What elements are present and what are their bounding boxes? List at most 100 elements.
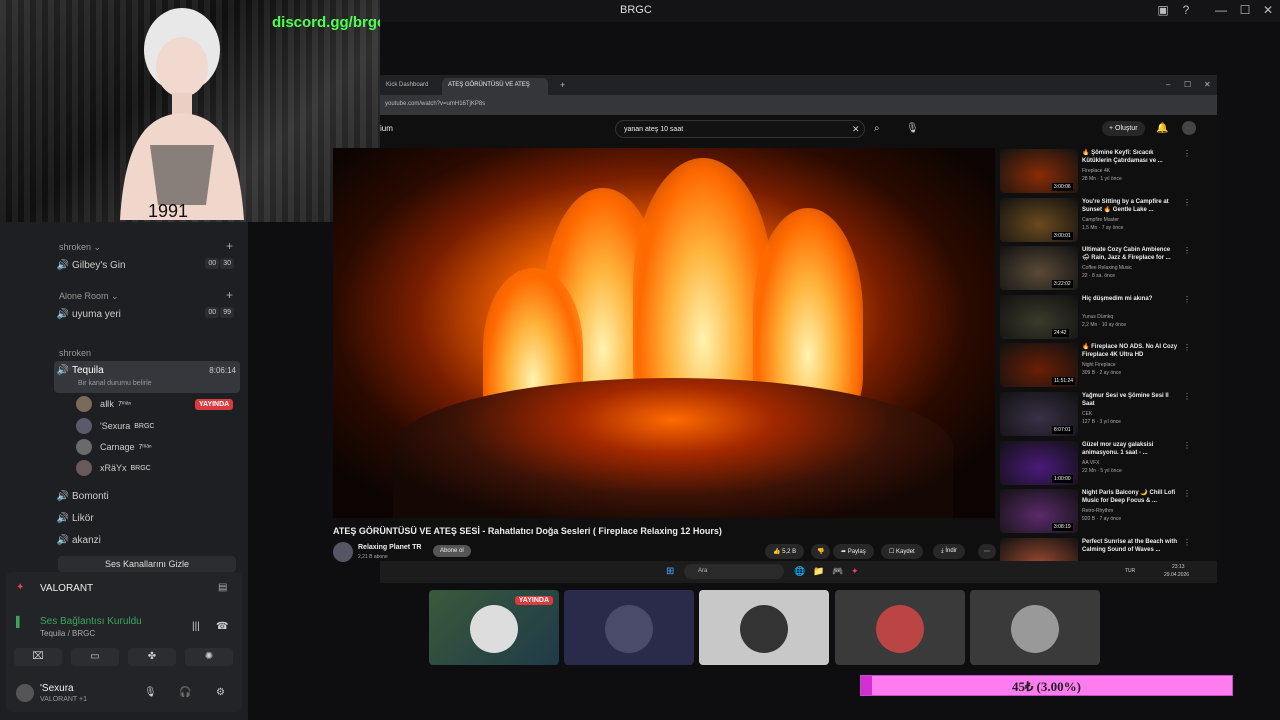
voice-user[interactable]: 'Sexura BRGC bbox=[76, 416, 154, 436]
video-channel[interactable]: Campfire Master bbox=[1082, 217, 1119, 223]
stream-tile[interactable] bbox=[835, 590, 965, 665]
recommended-video[interactable]: 3:00:06 🔥 Şömine Keyfi: Sıcacık Kütükleri… bbox=[1000, 149, 1210, 195]
recommended-video[interactable]: 24:42 Hiç düşmedim mi akına? Yunus Dümkq 2,… bbox=[1000, 294, 1210, 341]
stream-tile[interactable]: YAYINDA bbox=[429, 590, 559, 665]
search-input[interactable]: yanan ateş 10 saat bbox=[615, 120, 865, 138]
more-options-icon[interactable]: ⋮ bbox=[1183, 295, 1191, 304]
video-channel[interactable]: Yunus Dümkq bbox=[1082, 314, 1113, 320]
activity-icon[interactable]: ▤ bbox=[218, 582, 227, 593]
connection-status[interactable]: Ses Bağlantısı Kuruldu bbox=[40, 616, 142, 627]
tab-youtube[interactable]: ATEŞ GÖRÜNTÜSÜ VE ATEŞ bbox=[442, 78, 548, 95]
video-channel[interactable]: Fireplace 4K bbox=[1082, 168, 1110, 174]
recommended-video[interactable]: 3:00:01 You're Sitting by a Campfire at S… bbox=[1000, 197, 1210, 244]
video-channel[interactable]: Coffee Relaxing Music bbox=[1082, 265, 1132, 271]
minimize-button[interactable]: — bbox=[1212, 3, 1230, 17]
video-channel[interactable]: Night Fireplace bbox=[1082, 362, 1116, 368]
folder-icon[interactable]: 📁 bbox=[813, 566, 824, 577]
video-channel[interactable]: CEK bbox=[1082, 411, 1092, 417]
help-icon[interactable]: ? bbox=[1177, 3, 1195, 17]
more-options-icon[interactable]: ⋮ bbox=[1183, 441, 1191, 450]
save-button[interactable]: ☐ Kaydet bbox=[881, 544, 923, 559]
voice-channel[interactable]: 🔊 Bomonti bbox=[54, 485, 240, 507]
video-title[interactable]: 🔥 Şömine Keyfi: Sıcacık Kütüklerin Çatır… bbox=[1082, 149, 1178, 165]
voice-channel[interactable]: 🔊 Gilbey's Gin 00 30 bbox=[54, 254, 240, 276]
dislike-button[interactable]: 👎 bbox=[811, 544, 831, 559]
more-options-icon[interactable]: ⋮ bbox=[1183, 343, 1191, 352]
voice-channel[interactable]: 🔊 akanzi bbox=[54, 529, 240, 551]
url-text[interactable]: youtube.com/watch?v=umH16TjKP8s bbox=[385, 101, 485, 107]
video-title[interactable]: Night Paris Balcony 🌙 Chill Lofi Music f… bbox=[1082, 489, 1178, 505]
chrome-icon[interactable]: 🌐 bbox=[794, 566, 805, 577]
recommended-video[interactable]: 11:51:24 🔥 Fireplace NO ADS. No AI Cozy F… bbox=[1000, 343, 1210, 389]
hide-voice-channels-button[interactable]: Ses Kanallarını Gizle bbox=[58, 556, 236, 572]
more-options-icon[interactable]: ⋮ bbox=[1183, 149, 1191, 158]
windows-start-icon[interactable]: ⊞ bbox=[666, 566, 674, 577]
new-tab-icon[interactable]: + bbox=[554, 76, 571, 93]
video-title[interactable]: Hiç düşmedim mi akına? bbox=[1082, 295, 1178, 303]
valorant-icon[interactable]: ✦ bbox=[851, 566, 859, 577]
more-options-icon[interactable]: ⋮ bbox=[1183, 198, 1191, 207]
recommended-video[interactable]: 3:08:19 Night Paris Balcony 🌙 Chill Lofi … bbox=[1000, 489, 1210, 535]
download-button[interactable]: ⤓ İndir bbox=[933, 544, 965, 559]
create-button[interactable]: + Oluştur bbox=[1102, 121, 1145, 136]
screenshot-icon[interactable]: ▣ bbox=[1154, 3, 1172, 17]
microphone-icon[interactable]: 🎙 bbox=[906, 123, 919, 134]
user-avatar[interactable] bbox=[16, 684, 34, 702]
more-options-icon[interactable]: ⋮ bbox=[1183, 392, 1191, 401]
channel-avatar[interactable] bbox=[333, 542, 353, 562]
address-bar[interactable]: youtube.com/watch?v=umH16TjKP8s bbox=[380, 95, 1217, 115]
clock-time[interactable]: 23:13 bbox=[1172, 564, 1185, 570]
category-header[interactable]: shroken ⌄ bbox=[59, 242, 101, 253]
camera-off-button[interactable]: ⌧ bbox=[14, 648, 62, 666]
add-channel-icon[interactable]: + bbox=[226, 288, 233, 302]
voice-user[interactable]: Carnage 7ᵐᵃⁿ bbox=[76, 437, 152, 457]
stream-tile[interactable] bbox=[564, 590, 694, 665]
soundboard-button[interactable]: ✺ bbox=[185, 648, 233, 666]
more-options-icon[interactable]: ⋮ bbox=[1183, 538, 1191, 547]
maximize-icon[interactable]: ☐ bbox=[1178, 76, 1197, 93]
activities-button[interactable]: ✤ bbox=[128, 648, 176, 666]
voice-user[interactable]: aⅡk 7ᵐᵃⁿ bbox=[76, 394, 131, 414]
like-button[interactable]: 👍 5,2 B bbox=[765, 544, 805, 559]
more-options-icon[interactable]: ⋮ bbox=[1183, 246, 1191, 255]
video-title[interactable]: 🔥 Fireplace NO ADS. No AI Cozy Fireplace… bbox=[1082, 343, 1178, 359]
video-channel[interactable]: Retro-Rhythm bbox=[1082, 508, 1113, 514]
channel-status[interactable]: Bir kanal durumu belirle bbox=[78, 380, 152, 387]
maximize-button[interactable]: ☐ bbox=[1236, 3, 1254, 17]
voice-channel[interactable]: 🔊 uyuma yeri 00 99 bbox=[54, 303, 240, 325]
video-title[interactable]: Güzel mor uzay galaksisi animasyonu. 1 s… bbox=[1082, 441, 1178, 457]
add-channel-icon[interactable]: + bbox=[226, 239, 233, 253]
screen-share-button[interactable]: ▭ bbox=[71, 648, 119, 666]
close-icon[interactable]: ✕ bbox=[1198, 76, 1217, 93]
account-avatar[interactable] bbox=[1182, 121, 1196, 135]
minimize-icon[interactable]: – bbox=[1160, 76, 1176, 93]
video-player[interactable] bbox=[333, 148, 995, 518]
video-title[interactable]: Yağmur Sesi ve Şömine Sesi ll Saat bbox=[1082, 392, 1178, 408]
recommended-video[interactable]: 3:22:02 Ultimate Cozy Cabin Ambience 🌧 Ra… bbox=[1000, 246, 1210, 292]
voice-channel[interactable]: 🔊 Likör bbox=[54, 507, 240, 529]
headphones-icon[interactable]: 🎧 bbox=[179, 687, 191, 698]
video-title[interactable]: Ultimate Cozy Cabin Ambience 🌧 Rain, Jaz… bbox=[1082, 246, 1178, 262]
disconnect-icon[interactable]: ☎ bbox=[216, 621, 228, 632]
notifications-icon[interactable]: 🔔 bbox=[1156, 123, 1168, 134]
recommended-video[interactable]: 8:07:01 Yağmur Sesi ve Şömine Sesi ll Saa… bbox=[1000, 392, 1210, 438]
search-icon[interactable]: ⌕ bbox=[874, 123, 880, 134]
voice-user[interactable]: xRäYx BRGC bbox=[76, 458, 151, 478]
close-button[interactable]: ✕ bbox=[1259, 3, 1277, 17]
voice-channel-active[interactable]: 🔊 Tequila 8:06:14 Bir kanal durumu belir… bbox=[54, 361, 240, 393]
taskbar-search[interactable]: Ara bbox=[684, 564, 784, 579]
settings-icon[interactable]: ⚙ bbox=[216, 687, 225, 698]
clear-search-icon[interactable]: ✕ bbox=[852, 124, 860, 135]
connection-channel[interactable]: Tequila / BRGC bbox=[40, 629, 95, 638]
discord-icon[interactable]: 🎮 bbox=[832, 566, 843, 577]
youtube-logo[interactable]: ium bbox=[380, 124, 393, 133]
tab-kick-dashboard[interactable]: Kick Dashboard bbox=[380, 78, 434, 95]
clock-date[interactable]: 29.04.2026 bbox=[1164, 572, 1189, 578]
category-header[interactable]: shroken bbox=[59, 348, 91, 358]
noise-suppression-icon[interactable]: ||| bbox=[192, 621, 200, 632]
user-name[interactable]: 'Sexura bbox=[40, 683, 74, 694]
recommended-video[interactable]: 1:00:00 Güzel mor uzay galaksisi animasyo… bbox=[1000, 440, 1210, 487]
subscribe-button[interactable]: Abone ol bbox=[433, 545, 471, 557]
share-button[interactable]: ➦ Paylaş bbox=[833, 544, 874, 559]
video-title[interactable]: Perfect Sunrise at the Beach with Calmin… bbox=[1082, 538, 1178, 554]
